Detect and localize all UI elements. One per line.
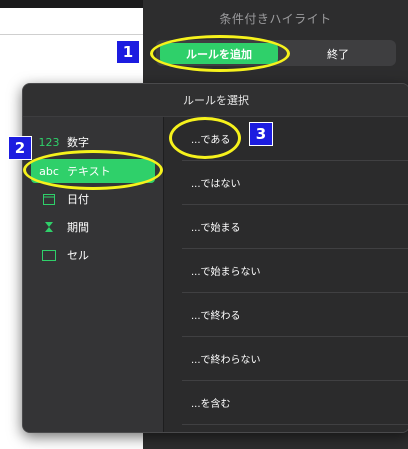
category-label: セル <box>67 249 89 262</box>
panel-title: 条件付きハイライト <box>219 12 332 26</box>
popover-title: ルールを選択 <box>23 84 408 117</box>
category-cell[interactable]: セル <box>31 243 155 267</box>
done-button[interactable]: 終了 <box>282 43 394 64</box>
rule-does-not-end-with[interactable]: ...で終わらない <box>164 337 408 380</box>
step-badge-1: 1 <box>116 40 140 64</box>
divider <box>182 424 408 425</box>
number-icon: 123 <box>38 135 60 149</box>
rule-contains[interactable]: ...を含む <box>164 381 408 424</box>
rule-ends-with[interactable]: ...で終わる <box>164 293 408 336</box>
calendar-icon <box>31 193 67 205</box>
category-label: 日付 <box>67 193 89 206</box>
step-badge-2: 2 <box>8 136 32 160</box>
hourglass-icon <box>31 221 67 233</box>
rule-starts-with[interactable]: ...で始まる <box>164 205 408 248</box>
cell-icon <box>31 249 67 261</box>
rule-is-not[interactable]: ...ではない <box>164 161 408 204</box>
category-date[interactable]: 日付 <box>31 187 155 211</box>
rule-does-not-start-with[interactable]: ...で始まらない <box>164 249 408 292</box>
step-badge-3: 3 <box>249 122 273 146</box>
sheet-divider <box>0 34 143 35</box>
category-label: 数字 <box>67 136 89 149</box>
category-duration[interactable]: 期間 <box>31 215 155 239</box>
highlight-ring-2 <box>23 150 163 190</box>
highlight-ring-1 <box>150 35 290 72</box>
rule-list: ...である ...ではない ...で始まる ...で始まらない ...で終わる… <box>164 117 408 432</box>
highlight-ring-3 <box>169 117 241 159</box>
category-label: 期間 <box>67 221 89 234</box>
